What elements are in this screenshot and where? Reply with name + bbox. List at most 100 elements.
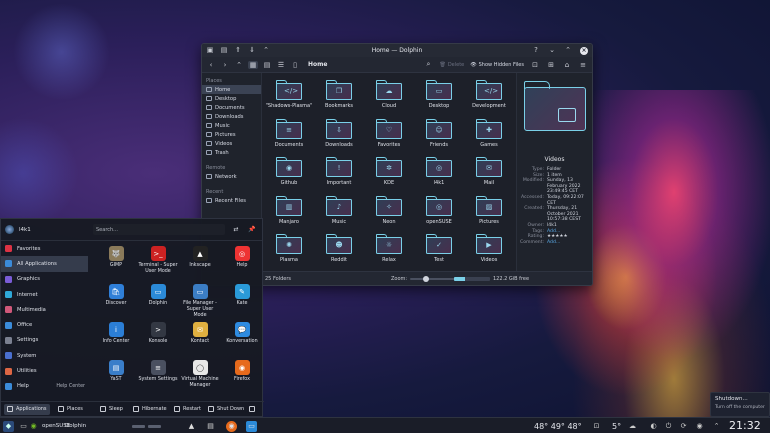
folder-item-cloud[interactable]: ☁ Cloud bbox=[364, 77, 414, 116]
app-gimp[interactable]: 🐺 GIMP bbox=[96, 244, 136, 282]
pager-desktop-2[interactable] bbox=[148, 424, 161, 428]
app-firefox[interactable]: ◉ Firefox bbox=[222, 358, 262, 396]
icons-view-icon[interactable]: ▦ bbox=[248, 60, 258, 69]
folder-item-reddit[interactable]: ☻ Reddit bbox=[314, 231, 364, 270]
search-icon[interactable]: ⌕ bbox=[423, 60, 433, 69]
configure-icon[interactable]: ⇄ bbox=[231, 224, 241, 234]
pin-launcher-icon[interactable]: 📌 bbox=[247, 224, 257, 234]
folder-item-pictures[interactable]: ▨ Pictures bbox=[464, 193, 514, 232]
app-kontact[interactable]: ✉ Kontact bbox=[180, 320, 220, 358]
app-system-settings[interactable]: ≡ System Settings bbox=[138, 358, 178, 396]
tray-expand-icon[interactable]: ⌃ bbox=[711, 421, 722, 432]
place-music[interactable]: Music bbox=[202, 121, 261, 130]
maximize-icon[interactable]: ⌃ bbox=[564, 47, 572, 55]
shade-icon[interactable]: ⌃ bbox=[262, 47, 270, 55]
app-inkscape[interactable]: ▲ Inkscape bbox=[180, 244, 220, 282]
folder-item-plasma[interactable]: ✺ Plasma bbox=[264, 231, 314, 270]
app-info-center[interactable]: i Info Center bbox=[96, 320, 136, 358]
app-kate[interactable]: ✎ Kate bbox=[222, 282, 262, 320]
folder-item-kde[interactable]: ✲ KDE bbox=[364, 154, 414, 193]
pin-icon[interactable]: ▤ bbox=[220, 47, 228, 55]
inkscape-task-icon[interactable]: ▲ bbox=[186, 421, 197, 432]
place-network[interactable]: Network bbox=[202, 172, 261, 181]
app-konsole[interactable]: > Konsole bbox=[138, 320, 178, 358]
task-opensuse[interactable]: ◉ openSUSE bbox=[28, 420, 70, 432]
folder-item-test[interactable]: ✓ Test bbox=[414, 231, 464, 270]
app-yast[interactable]: ▤ YaST bbox=[96, 358, 136, 396]
pager-desktop-1[interactable] bbox=[132, 424, 145, 428]
clock[interactable]: 21:32 bbox=[729, 419, 761, 432]
app-dolphin[interactable]: ▭ Dolphin bbox=[138, 282, 178, 320]
hibernate-button[interactable]: Hibernate bbox=[130, 404, 170, 415]
folder-item-development[interactable]: </> Development bbox=[464, 77, 514, 116]
app-help[interactable]: ◎ Help bbox=[222, 244, 262, 282]
place-downloads[interactable]: Downloads bbox=[202, 112, 261, 121]
details-view-icon[interactable]: ☰ bbox=[276, 61, 286, 69]
app-konversation[interactable]: 💬 Konversation bbox=[222, 320, 262, 358]
avatar[interactable] bbox=[5, 225, 14, 234]
category-help[interactable]: Help Help Center bbox=[1, 379, 88, 394]
keep-above-icon[interactable]: ⇑ bbox=[234, 47, 242, 55]
category-favorites[interactable]: Favorites bbox=[1, 241, 88, 256]
folder-item-github[interactable]: ◉ Github bbox=[264, 154, 314, 193]
hamburger-menu-icon[interactable]: ≡ bbox=[578, 61, 588, 69]
launcher-icon[interactable]: ◆ bbox=[3, 420, 14, 432]
category-graphics[interactable]: Graphics bbox=[1, 272, 88, 287]
folder-item-bookmarks[interactable]: ❐ Bookmarks bbox=[314, 77, 364, 116]
folder-item-documents[interactable]: ≡ Documents bbox=[264, 116, 314, 155]
cloud-icon[interactable]: ☁ bbox=[627, 421, 638, 432]
folder-item-mail[interactable]: ✉ Mail bbox=[464, 154, 514, 193]
split-icon[interactable]: ▯ bbox=[290, 61, 300, 69]
terminal-icon[interactable]: ⊡ bbox=[530, 61, 540, 69]
delete-button[interactable]: 🗑 Delete bbox=[439, 62, 464, 68]
folder-item-friends[interactable]: ☺ Friends bbox=[414, 116, 464, 155]
display-icon[interactable]: ⊡ bbox=[591, 421, 602, 432]
search-input[interactable]: Search... bbox=[93, 224, 225, 235]
up-icon[interactable]: ⌃ bbox=[234, 61, 244, 69]
folder-item-desktop[interactable]: ▭ Desktop bbox=[414, 77, 464, 116]
folder-item-games[interactable]: ✚ Games bbox=[464, 116, 514, 155]
folder-item-opensuse[interactable]: ◎ openSUSE bbox=[414, 193, 464, 232]
zoom-slider[interactable] bbox=[410, 275, 461, 282]
folder-item-l4k1[interactable]: ◎ l4k1 bbox=[414, 154, 464, 193]
zoom-slider-knob[interactable] bbox=[423, 275, 430, 282]
power-status-icon[interactable]: ⏻ bbox=[663, 421, 674, 432]
folder-item-neon[interactable]: ✧ Neon bbox=[364, 193, 414, 232]
compact-view-icon[interactable]: ▤ bbox=[262, 61, 272, 69]
folder-item-important[interactable]: ! Important bbox=[314, 154, 364, 193]
category-internet[interactable]: Internet bbox=[1, 287, 88, 302]
place-videos[interactable]: Videos bbox=[202, 139, 261, 148]
weather-now[interactable]: 5° bbox=[612, 420, 621, 432]
task-dolphin[interactable]: Dolphin bbox=[65, 420, 86, 432]
weather-temperatures[interactable]: 48° 49° 48° bbox=[534, 420, 582, 432]
applications-tab[interactable]: Applications bbox=[4, 403, 50, 415]
category-office[interactable]: Office bbox=[1, 317, 88, 332]
place-desktop[interactable]: Desktop bbox=[202, 94, 261, 103]
folder-item-favorites[interactable]: ♡ Favorites bbox=[364, 116, 414, 155]
home-icon[interactable]: ⌂ bbox=[562, 61, 572, 69]
app-discover[interactable]: 🛍 Discover bbox=[96, 282, 136, 320]
app-file-manager-super-user-mode[interactable]: ▭ File Manager - Super User Mode bbox=[180, 282, 220, 320]
shutdown-button[interactable]: Shut Down bbox=[205, 404, 247, 415]
category-settings[interactable]: Settings bbox=[1, 333, 88, 348]
folder-item-videos[interactable]: ▶ Videos bbox=[464, 231, 514, 270]
window-titlebar[interactable]: ▣ ▤ ⇑ ⇓ ⌃ Home — Dolphin ? ⌄ ⌃ × bbox=[202, 44, 592, 57]
category-multimedia[interactable]: Multimedia bbox=[1, 302, 88, 317]
leave-menu-button[interactable] bbox=[246, 404, 258, 415]
place-trash[interactable]: Trash bbox=[202, 148, 261, 157]
app-virtual-machine-manager[interactable]: ◯ Virtual Machine Manager bbox=[180, 358, 220, 396]
volume-icon[interactable]: ◉ bbox=[694, 421, 705, 432]
place-pictures[interactable]: Pictures bbox=[202, 130, 261, 139]
category-system[interactable]: System bbox=[1, 348, 88, 363]
keep-below-icon[interactable]: ⇓ bbox=[248, 47, 256, 55]
place-recent-files[interactable]: Recent Files bbox=[202, 196, 261, 205]
folder-item-music[interactable]: ♪ Music bbox=[314, 193, 364, 232]
back-icon[interactable]: ‹ bbox=[206, 61, 216, 69]
show-hidden-button[interactable]: 👁 Show Hidden Files bbox=[470, 62, 524, 68]
restart-button[interactable]: Restart bbox=[171, 404, 204, 415]
sleep-button[interactable]: Sleep bbox=[97, 404, 126, 415]
folder-item-shadows-plasma[interactable]: </> "Shadows-Plasma" bbox=[264, 77, 314, 116]
help-icon[interactable]: ? bbox=[532, 47, 540, 55]
app-terminal-super-user-mode[interactable]: >_ Terminal - Super User Mode bbox=[138, 244, 178, 282]
places-tab[interactable]: Places bbox=[55, 404, 86, 415]
